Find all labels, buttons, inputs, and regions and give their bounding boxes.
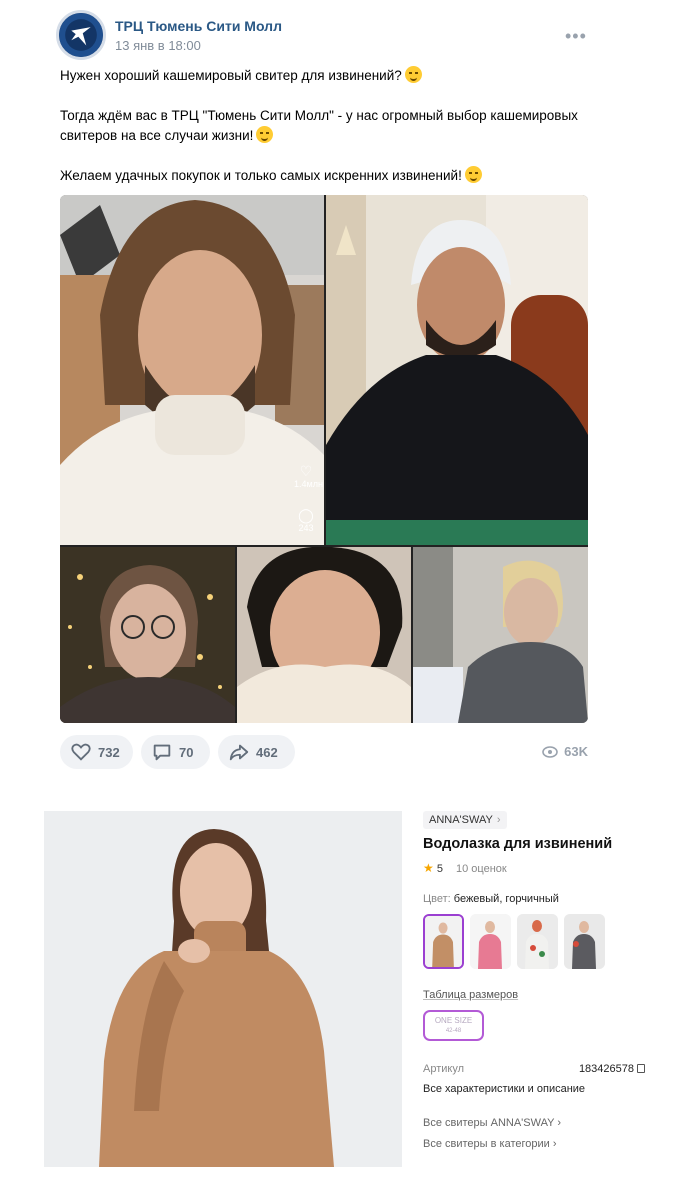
- overlay-like: ♡ 1.4млн: [294, 463, 323, 489]
- size-table-link[interactable]: Таблица размеров: [423, 989, 518, 1001]
- chevron-right-icon: ›: [552, 1138, 557, 1150]
- category-sweaters-label: Все свитеры в категории: [423, 1138, 550, 1150]
- post-text: Нужен хороший кашемировый свитер для изв…: [60, 66, 590, 186]
- swatch-beige[interactable]: [423, 914, 464, 969]
- collage-photo-4[interactable]: [237, 547, 411, 723]
- post-photo-collage[interactable]: ♡ 1.4млн ◯ 243: [60, 195, 588, 723]
- share-icon: [229, 744, 249, 761]
- overlay-heart-icon: ♡: [299, 463, 313, 479]
- product-rating[interactable]: ★ 5 10 оценок: [423, 861, 507, 875]
- article-row: Артикул 183426578: [423, 1063, 645, 1075]
- share-button[interactable]: 462: [218, 735, 295, 769]
- share-count: 462: [256, 744, 278, 760]
- laughing-emoji-icon: [464, 166, 482, 183]
- category-sweaters-link[interactable]: Все свитеры в категории ›: [423, 1138, 557, 1150]
- comment-icon: [153, 744, 171, 761]
- overlay-comment-count: 243: [298, 523, 314, 533]
- more-options-icon[interactable]: •••: [565, 26, 587, 47]
- brand-link[interactable]: ANNA'SWAY ›: [423, 811, 507, 829]
- comment-count: 70: [179, 744, 194, 760]
- rating-value: 5: [436, 863, 443, 875]
- brand-sweaters-link[interactable]: Все свитеры ANNA'SWAY ›: [423, 1117, 561, 1129]
- product-main-photo[interactable]: [44, 811, 402, 1167]
- collage-photo-2[interactable]: [326, 195, 588, 545]
- community-avatar[interactable]: [56, 10, 106, 60]
- color-label: Цвет:: [423, 893, 451, 905]
- comment-button[interactable]: 70: [141, 735, 210, 769]
- like-count: 732: [98, 744, 120, 760]
- overlay-like-count: 1.4млн: [294, 479, 323, 489]
- color-value: бежевый, горчичный: [453, 893, 559, 905]
- eye-icon: [542, 745, 558, 758]
- swatch-print[interactable]: [517, 914, 558, 969]
- swatch-pink[interactable]: [470, 914, 511, 969]
- vk-post: ТРЦ Тюмень Сити Молл 13 янв в 18:00 ••• …: [44, 0, 604, 790]
- size-option-label: ONE SIZE: [434, 1016, 473, 1025]
- all-characteristics-link[interactable]: Все характеристики и описание: [423, 1083, 585, 1095]
- article-label: Артикул: [423, 1063, 465, 1075]
- overlay-comment-icon: ◯: [298, 507, 314, 523]
- size-option-range: 42-48: [445, 1028, 462, 1034]
- copy-icon[interactable]: [637, 1064, 645, 1073]
- collage-photo-3[interactable]: [60, 547, 235, 723]
- views-counter: 63K: [542, 744, 588, 759]
- post-text-line-3: Желаем удачных покупок и только самых ис…: [60, 168, 462, 183]
- heart-icon: [71, 743, 91, 761]
- post-text-line-1: Нужен хороший кашемировый свитер для изв…: [60, 68, 402, 83]
- collage-photo-5[interactable]: [413, 547, 588, 723]
- disappointed-emoji-icon: [404, 66, 422, 83]
- size-option-one-size[interactable]: ONE SIZE 42-48: [423, 1010, 484, 1041]
- chevron-right-icon: ›: [557, 1117, 561, 1129]
- post-date[interactable]: 13 янв в 18:00: [115, 38, 201, 53]
- like-button[interactable]: 732: [60, 735, 133, 769]
- post-text-line-2: Тогда ждём вас в ТРЦ "Тюмень Сити Молл" …: [60, 108, 578, 143]
- collage-photo-1[interactable]: [60, 195, 324, 545]
- star-icon: ★: [423, 861, 434, 875]
- overlay-comments: ◯ 243: [294, 507, 318, 533]
- community-name[interactable]: ТРЦ Тюмень Сити Молл: [115, 18, 282, 34]
- color-info: Цвет: бежевый, горчичный: [423, 893, 559, 905]
- views-count: 63K: [564, 744, 588, 759]
- article-value-wrap[interactable]: 183426578: [579, 1063, 645, 1075]
- post-actions: 732 70 462 63K: [60, 735, 588, 769]
- chevron-right-icon: ›: [496, 814, 501, 826]
- reviews-count: 10 оценок: [456, 863, 507, 875]
- brand-sweaters-label: Все свитеры ANNA'SWAY: [423, 1117, 555, 1129]
- mall-logo-icon: [59, 13, 103, 57]
- brand-name: ANNA'SWAY: [429, 814, 493, 826]
- swatch-grey[interactable]: [564, 914, 605, 969]
- product-title: Водолазка для извинений: [423, 836, 613, 852]
- hands-emoji-icon: [256, 126, 274, 143]
- article-value: 183426578: [578, 1063, 634, 1075]
